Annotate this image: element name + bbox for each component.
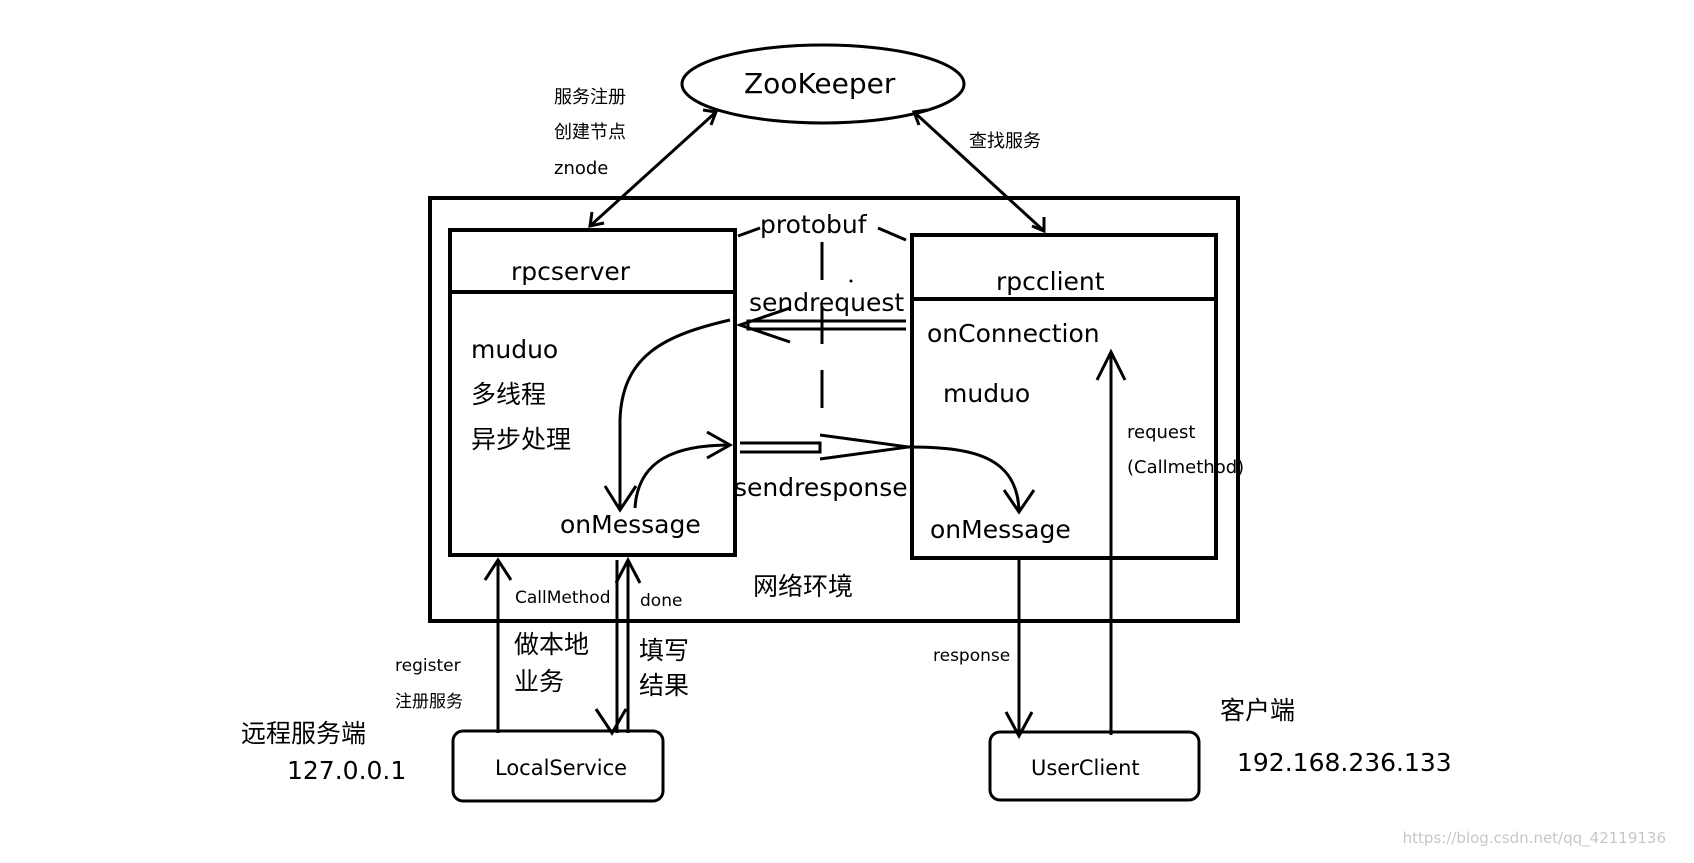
remote-service-ip: 127.0.0.1 [287,756,407,785]
protobuf-right-link [877,226,907,242]
registration-label-line1: 服务注册 [554,87,626,108]
localservice-label: LocalService [495,756,628,780]
rpcserver-multithread: 多线程 [471,380,547,409]
userclient-label: UserClient [1031,756,1140,780]
blog-watermark: https://blog.csdn.net/qq_42119136 [1402,829,1666,847]
done-label: done [640,591,683,611]
fill-result-line1: 填写 [639,636,690,665]
sendrequest-arrow [746,319,906,331]
rpcserver-muduo: muduo [471,335,559,364]
register-service-label: 注册服务 [395,692,463,712]
client-ip: 192.168.236.133 [1237,748,1452,777]
rpcclient-muduo: muduo [943,379,1031,408]
protobuf-label: protobuf [760,210,867,239]
callmethod-request-label: (Callmethod) [1127,457,1245,478]
callmethod-label: CallMethod [515,588,611,608]
sendrequest-label: sendrequest [749,288,905,317]
response-label: response [933,646,1011,666]
request-label: request [1127,422,1196,443]
remote-service-title: 远程服务端 [241,719,367,748]
protobuf-left-link [737,226,761,238]
sendresponse-arrowhead [819,433,909,461]
zookeeper-label: ZooKeeper [744,67,896,100]
zookeeper-client-link [912,110,1046,233]
fill-result-line2: 结果 [639,671,690,700]
done-down-arrowhead [594,708,628,736]
sendresponse-label: sendresponse [734,473,908,502]
registration-label-line2: 创建节点 [554,122,626,143]
client-receive-curve [907,445,1021,513]
registration-label-line3: znode [554,158,609,179]
server-receive-curve [618,318,731,510]
rpcclient-onmessage: onMessage [930,515,1071,544]
local-work-line2: 业务 [514,667,565,696]
network-environment-label: 网络环境 [753,572,854,601]
lookup-service-label: 查找服务 [969,131,1041,152]
rpcserver-title: rpcserver [511,257,631,286]
rpcclient-onconnection: onConnection [927,319,1100,348]
rpcserver-async-processing: 异步处理 [471,425,572,454]
register-label: register [395,656,461,676]
rpcclient-title: rpcclient [996,267,1105,296]
sendresponse-arrow [740,441,822,454]
local-work-line1: 做本地 [514,630,590,659]
rpcserver-onmessage: onMessage [560,510,701,539]
network-dot [849,279,853,283]
client-title: 客户端 [1220,696,1296,725]
